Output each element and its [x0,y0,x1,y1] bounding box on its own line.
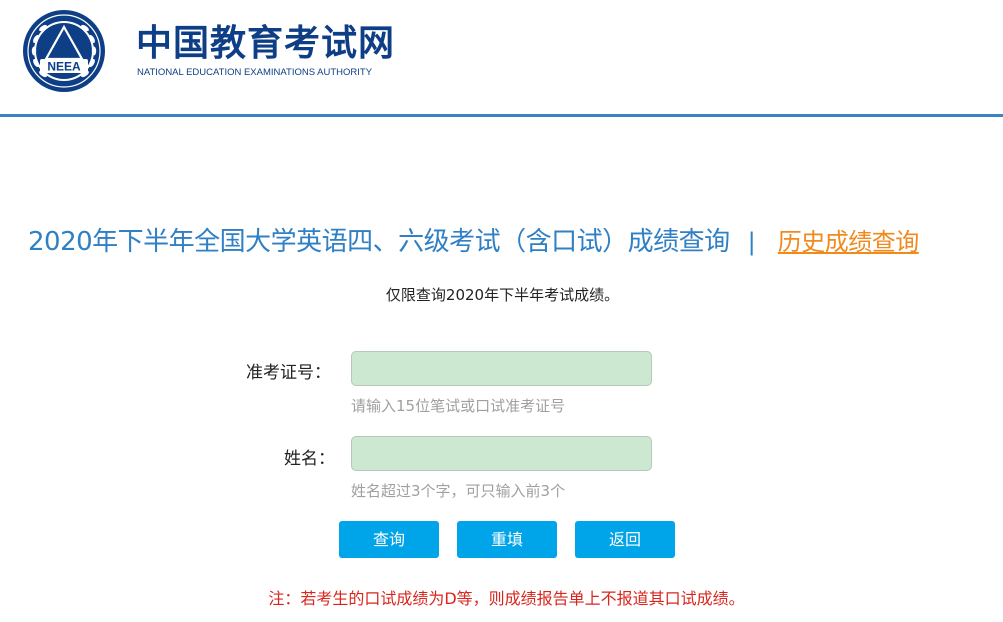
title-separator: | [747,228,756,256]
site-name-en: NATIONAL EDUCATION EXAMINATIONS AUTHORIT… [137,67,373,78]
svg-text:NEEA: NEEA [47,60,81,74]
neea-emblem-icon: NEEA [23,10,105,92]
oral-test-footnote-text: 注：若考生的口试成绩为D等，则成绩报告单上不报道其口试成绩。 [268,589,745,608]
ticket-number-hint: 请输入15位笔试或口试准考证号 [351,397,566,415]
page-title: 2020年下半年全国大学英语四、六级考试（含口试）成绩查询 [28,227,730,257]
reset-button[interactable]: 重填 [457,521,557,558]
back-button[interactable]: 返回 [575,521,675,558]
name-label: 姓名： [284,449,335,469]
history-scores-link[interactable]: 历史成绩查询 [778,222,920,262]
site-header: NEEA 中国教育考试网 NATIONAL EDUCATION EXAMINAT… [0,0,1003,114]
oral-test-footnote: 注：若考生的口试成绩为D等，则成绩报告单上不报道其口试成绩。 [0,585,1003,609]
ticket-number-label: 准考证号： [246,363,331,383]
ticket-number-input[interactable] [351,351,652,386]
title-row: 2020年下半年全国大学英语四、六级考试（含口试）成绩查询 | 历史成绩查询 [28,222,919,262]
query-notice: 仅限查询2020年下半年考试成绩。 [0,284,1003,305]
name-hint: 姓名超过3个字，可只输入前3个 [351,482,566,500]
query-button[interactable]: 查询 [339,521,439,558]
query-notice-text: 仅限查询2020年下半年考试成绩。 [385,286,620,304]
header-divider [0,114,1003,117]
site-name: 中国教育考试网 [136,23,396,64]
page: NEEA 中国教育考试网 NATIONAL EDUCATION EXAMINAT… [0,0,1003,622]
name-input[interactable] [351,436,652,471]
